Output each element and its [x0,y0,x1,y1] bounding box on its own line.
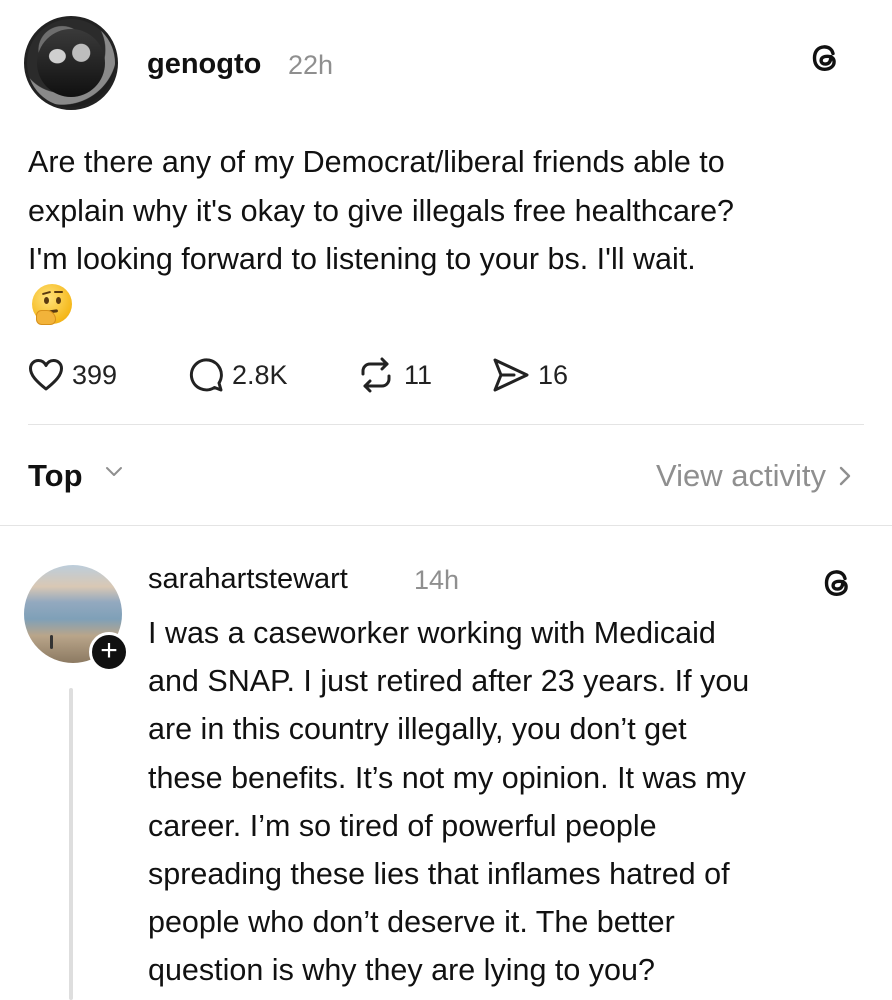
view-activity-label: View activity [656,458,826,493]
avatar[interactable] [24,16,118,110]
repost-count: 11 [404,359,433,390]
heart-icon [29,359,63,391]
threads-logo-icon[interactable] [818,563,858,603]
chevron-right-icon [839,466,851,486]
thread-line [69,688,73,1000]
sort-bar: Top View activity [28,450,852,500]
post-header: genogto 22h [22,14,870,114]
like-count: 399 [72,359,118,390]
follow-button[interactable]: + [89,632,129,672]
sort-dropdown[interactable]: Top [28,458,83,494]
reply-count: 2.8K [232,359,288,390]
threads-logo-icon[interactable] [806,38,846,78]
post-text: Are there any of my Democrat/liberal fri… [28,145,735,276]
paper-plane-icon [493,358,529,392]
threads-screen: genogto 22h Are there any of my Democrat… [0,0,892,1000]
reply-button[interactable]: 2.8K [188,355,288,395]
reply-text: I was a caseworker working with Medicaid… [148,616,750,988]
post-timestamp: 22h [288,50,334,80]
like-button[interactable]: 399 [28,355,117,395]
reply-username[interactable]: sarahartstewart [148,563,348,596]
speech-bubble-icon [189,358,223,392]
share-button[interactable]: 16 [492,355,568,395]
divider [0,525,892,526]
repost-button[interactable]: 11 [356,355,432,395]
thinking-face-emoji [32,284,72,325]
post-username[interactable]: genogto [147,48,261,81]
post-actions: 399 2.8K 11 16 [28,355,728,395]
divider [28,424,864,425]
reply-timestamp: 14h [414,565,460,595]
repost-icon [361,357,391,393]
share-count: 16 [538,359,569,390]
chevron-down-icon[interactable] [104,464,124,478]
view-activity-link[interactable]: View activity [656,458,852,494]
